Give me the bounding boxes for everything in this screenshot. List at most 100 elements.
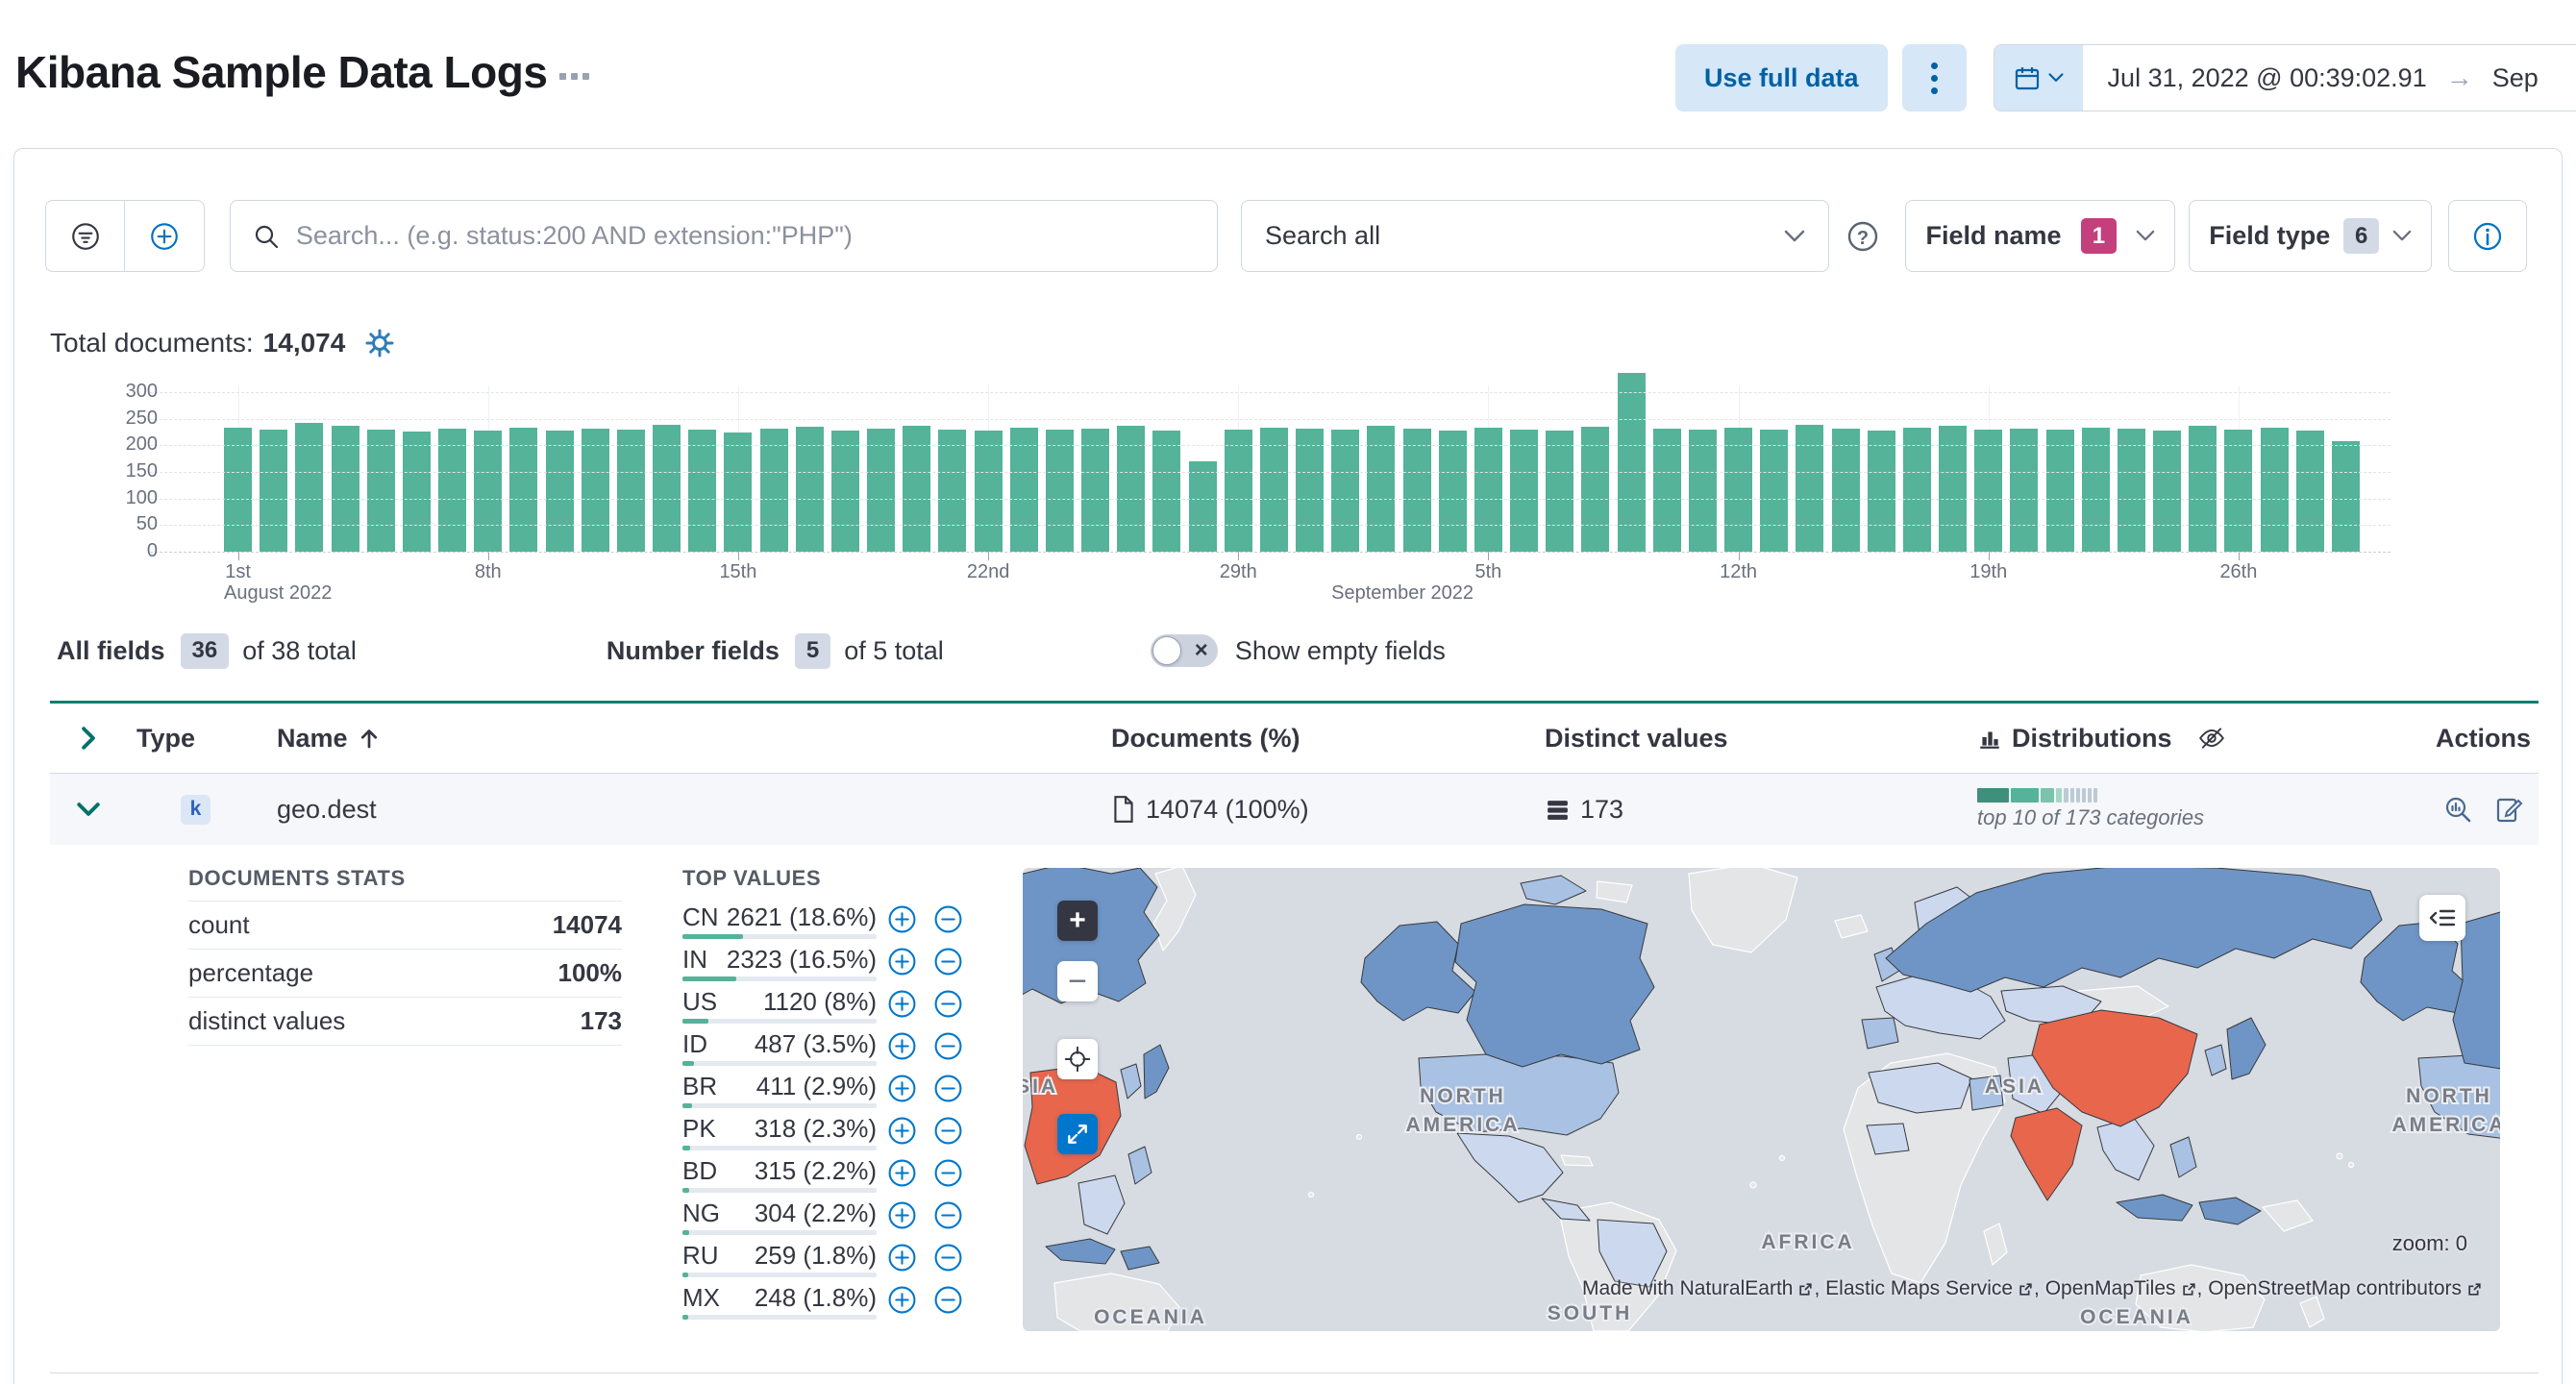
filter-for-value-button[interactable] bbox=[886, 903, 917, 934]
histogram-bar bbox=[688, 430, 717, 552]
total-documents-label: Total documents: bbox=[50, 328, 254, 358]
explore-in-lens-button[interactable] bbox=[2437, 788, 2479, 830]
kebab-menu-button[interactable] bbox=[1901, 44, 1967, 111]
filter-for-value-button[interactable] bbox=[886, 946, 917, 976]
top-value-code: MX bbox=[682, 1283, 720, 1312]
histogram-bar bbox=[653, 425, 681, 552]
use-full-data-button[interactable]: Use full data bbox=[1675, 44, 1888, 111]
filter-for-value-button[interactable] bbox=[886, 1284, 917, 1315]
distribution-mini-bar bbox=[1977, 788, 2097, 803]
filter-for-value-button[interactable] bbox=[886, 1199, 917, 1230]
column-header-distinct[interactable]: Distinct values bbox=[1545, 724, 1977, 754]
column-header-documents[interactable]: Documents (%) bbox=[1111, 724, 1545, 754]
filter-out-value-button[interactable] bbox=[932, 903, 963, 934]
date-range-end[interactable]: Sep bbox=[2492, 63, 2539, 93]
map-region-label: SOUTH bbox=[1548, 1302, 1633, 1324]
sort-ascending-icon bbox=[360, 729, 377, 749]
query-help-button[interactable]: ? bbox=[1835, 218, 1893, 255]
page-title: Kibana Sample Data Logs bbox=[15, 47, 548, 97]
attribution-link[interactable]: Elastic Maps Service bbox=[1825, 1277, 2013, 1300]
edit-field-button[interactable] bbox=[2489, 788, 2531, 830]
column-header-name[interactable]: Name bbox=[277, 724, 1111, 754]
x-axis-tick-label: 29th bbox=[1219, 561, 1257, 582]
histogram-bar bbox=[366, 429, 395, 552]
top-value-row: BD 315 (2.2%) bbox=[682, 1154, 980, 1197]
filter-out-value-button[interactable] bbox=[932, 988, 963, 1019]
histogram-bar bbox=[224, 428, 253, 552]
title-options-icon[interactable] bbox=[559, 73, 589, 80]
field-name-filter-button[interactable]: Field name 1 bbox=[1905, 200, 2176, 272]
date-range-picker[interactable]: Jul 31, 2022 @ 00:39:02.91 → Sep bbox=[1993, 44, 2576, 111]
field-row-geo-dest[interactable]: k geo.dest 14074 (100%) 173 top 10 of 17… bbox=[50, 774, 2539, 845]
top-value-row: MX 248 (1.8%) bbox=[682, 1281, 980, 1323]
histogram-bar bbox=[474, 430, 503, 552]
field-name-filter-label: Field name bbox=[1925, 221, 2062, 250]
filter-for-value-button[interactable] bbox=[886, 1157, 917, 1188]
field-type-filter-button[interactable]: Field type 6 bbox=[2189, 200, 2433, 272]
country-india bbox=[2010, 1107, 2083, 1201]
choropleth-map[interactable]: NORTH AMERICA ASIA ASIA AFRICA OCEANIA O… bbox=[1023, 868, 2500, 1331]
search-scope-value: Search all bbox=[1265, 221, 1381, 250]
distribution-segment bbox=[2055, 788, 2062, 803]
map-region-label: AFRICA bbox=[1761, 1231, 1854, 1253]
histogram-bar bbox=[1009, 428, 1038, 552]
filter-out-value-button[interactable] bbox=[932, 946, 963, 976]
date-range-start[interactable]: Jul 31, 2022 @ 00:39:02.91 bbox=[2108, 63, 2427, 93]
filter-out-value-button[interactable] bbox=[932, 1242, 963, 1273]
map-fit-to-data-button[interactable] bbox=[1057, 1039, 1098, 1079]
stats-row: percentage 100% bbox=[188, 950, 622, 998]
expand-all-button[interactable] bbox=[65, 715, 111, 761]
distribution-segment bbox=[1977, 788, 2009, 803]
minus-in-circle-icon bbox=[934, 1244, 961, 1271]
top-value-count: 248 (1.8%) bbox=[754, 1283, 877, 1312]
quick-select-button[interactable] bbox=[1994, 45, 2083, 111]
map-zoom-in-button[interactable]: + bbox=[1057, 901, 1098, 941]
filter-out-value-button[interactable] bbox=[932, 1157, 963, 1188]
top-value-code: NG bbox=[682, 1199, 720, 1227]
top-value-bar-track bbox=[682, 976, 877, 981]
top-value-bar-fill bbox=[682, 1315, 689, 1320]
top-value-bar-fill bbox=[682, 1019, 709, 1024]
attribution-link[interactable]: OpenMapTiles bbox=[2045, 1277, 2176, 1300]
header-actions: Use full data Jul 31, 2022 @ 00:39:02.91… bbox=[1675, 44, 2576, 111]
column-header-type[interactable]: Type bbox=[136, 724, 277, 754]
map-expand-button[interactable] bbox=[1057, 1114, 1098, 1154]
top-value-code: RU bbox=[682, 1241, 719, 1270]
attribution-link[interactable]: OpenStreetMap contributors bbox=[2208, 1277, 2462, 1300]
filter-for-value-button[interactable] bbox=[886, 1073, 917, 1103]
world-map[interactable]: NORTH AMERICA ASIA ASIA AFRICA OCEANIA O… bbox=[1023, 868, 2500, 1331]
chart-settings-button[interactable] bbox=[364, 328, 395, 358]
filter-for-value-button[interactable] bbox=[886, 1030, 917, 1061]
filter-out-value-button[interactable] bbox=[932, 1284, 963, 1315]
filter-out-value-button[interactable] bbox=[932, 1030, 963, 1061]
column-header-distributions[interactable]: Distributions bbox=[1977, 724, 2405, 754]
hide-distributions-button[interactable] bbox=[2197, 724, 2226, 753]
attribution-link[interactable]: Made with NaturalEarth bbox=[1582, 1277, 1793, 1300]
filter-for-value-button[interactable] bbox=[886, 1115, 917, 1146]
keyword-type-token: k bbox=[181, 794, 211, 825]
x-axis-tick bbox=[737, 552, 739, 560]
info-button[interactable] bbox=[2448, 200, 2528, 272]
toggle-filter-bar-button[interactable] bbox=[46, 201, 124, 271]
x-axis-tick-label: 5th bbox=[1474, 561, 1502, 582]
map-legend-toggle-button[interactable] bbox=[2419, 895, 2465, 941]
filter-out-value-button[interactable] bbox=[932, 1199, 963, 1230]
add-filter-button[interactable] bbox=[124, 201, 203, 271]
y-axis-tick-label: 200 bbox=[125, 433, 158, 456]
documents-stats-title: Documents stats bbox=[188, 866, 406, 890]
collapse-row-button[interactable] bbox=[65, 786, 111, 832]
filter-out-value-button[interactable] bbox=[932, 1115, 963, 1146]
show-empty-fields-toggle[interactable]: × bbox=[1150, 634, 1218, 667]
top-value-bar-track bbox=[682, 1315, 877, 1320]
x-axis-tick-label: 19th bbox=[1969, 561, 2008, 582]
field-name: geo.dest bbox=[277, 794, 377, 824]
filter-for-value-button[interactable] bbox=[886, 988, 917, 1019]
top-value-count: 1120 (8%) bbox=[762, 987, 877, 1016]
filter-out-value-button[interactable] bbox=[932, 1073, 963, 1103]
map-zoom-out-button[interactable]: − bbox=[1057, 961, 1098, 1001]
x-axis-tick bbox=[1238, 552, 1240, 560]
filter-for-value-button[interactable] bbox=[886, 1242, 917, 1273]
search-scope-select[interactable]: Search all bbox=[1241, 200, 1829, 272]
top-value-row: ID 487 (3.5%) bbox=[682, 1027, 980, 1070]
search-input[interactable] bbox=[295, 221, 1196, 251]
